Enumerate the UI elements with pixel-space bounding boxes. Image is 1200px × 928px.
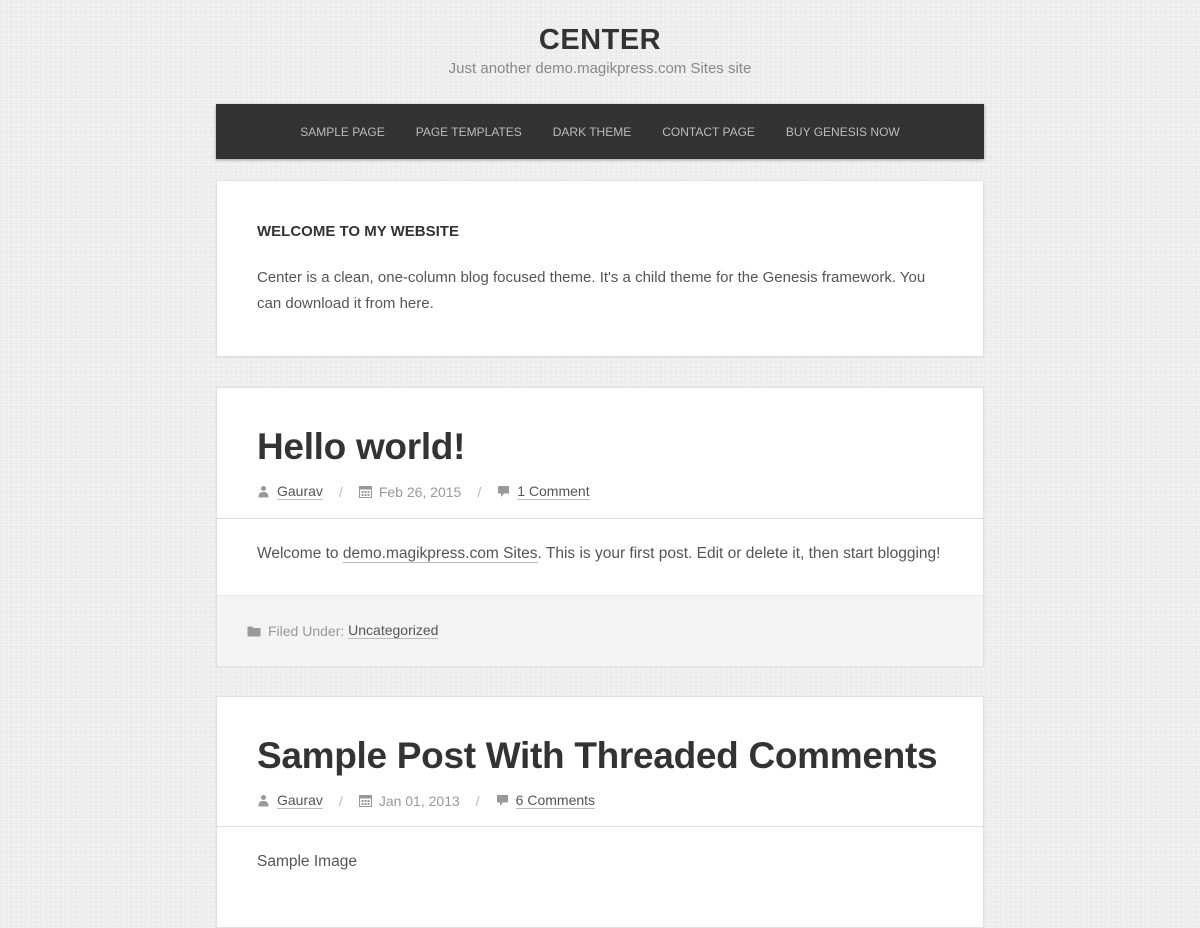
meta-separator: / — [338, 792, 343, 809]
post-date: Jan 01, 2013 — [378, 792, 460, 809]
site-header: CENTER Just another demo.magikpress.com … — [0, 0, 1200, 82]
post-footer: Filed Under: Uncategorized — [217, 595, 983, 666]
post-content: Sample Image — [257, 853, 357, 870]
post-content-text: Welcome to — [257, 545, 343, 562]
post-card: Hello world! Gaurav / Feb 26, 2015 / 1 C… — [216, 387, 984, 666]
post-author-link[interactable]: Gaurav — [277, 483, 323, 500]
widget-text: Center is a clean, one-column blog focus… — [257, 269, 926, 312]
primary-navigation: SAMPLE PAGE PAGE TEMPLATES DARK THEME CO… — [216, 104, 984, 159]
post-content-text-suffix: . This is your first post. Edit or delet… — [537, 545, 941, 562]
nav-item-contact-page[interactable]: CONTACT PAGE — [662, 125, 755, 139]
post-categories: Filed Under: Uncategorized — [247, 622, 439, 639]
post-meta: Gaurav / Feb 26, 2015 / 1 Comment — [257, 483, 590, 500]
user-icon — [257, 485, 270, 498]
site-title[interactable]: CENTER — [0, 22, 1200, 58]
folder-icon — [247, 625, 261, 637]
post-comments-link[interactable]: 6 Comments — [515, 792, 596, 809]
nav-item-buy-genesis-now[interactable]: BUY GENESIS NOW — [786, 125, 900, 139]
meta-separator: / — [475, 792, 480, 809]
site-description: Just another demo.magikpress.com Sites s… — [448, 60, 752, 77]
meta-separator: / — [477, 483, 482, 500]
post-content: Welcome to demo.magikpress.com Sites. Th… — [257, 545, 940, 563]
post-comments-link[interactable]: 1 Comment — [517, 483, 590, 500]
calendar-icon — [358, 794, 372, 807]
post-author-link[interactable]: Gaurav — [277, 792, 323, 809]
nav-item-sample-page[interactable]: SAMPLE PAGE — [300, 125, 384, 139]
post-content-link[interactable]: demo.magikpress.com Sites — [342, 545, 538, 563]
nav-item-page-templates[interactable]: PAGE TEMPLATES — [416, 125, 522, 139]
nav-item-dark-theme[interactable]: DARK THEME — [553, 125, 631, 139]
post-title[interactable]: Hello world! — [257, 426, 465, 468]
welcome-widget: WELCOME TO MY WEBSITE Center is a clean,… — [216, 180, 984, 357]
comment-icon — [496, 794, 509, 807]
post-title[interactable]: Sample Post With Threaded Comments — [257, 735, 938, 777]
post-header-divider — [217, 518, 983, 519]
category-link[interactable]: Uncategorized — [348, 622, 439, 639]
meta-separator: / — [338, 483, 343, 500]
filed-under-label: Filed Under: — [268, 622, 345, 639]
post-header-divider — [217, 826, 983, 827]
post-date: Feb 26, 2015 — [378, 483, 462, 500]
comment-icon — [497, 485, 510, 498]
widget-title: WELCOME TO MY WEBSITE — [257, 223, 459, 240]
user-icon — [257, 794, 270, 807]
post-meta: Gaurav / Jan 01, 2013 / 6 Comments — [257, 792, 596, 809]
post-card: Sample Post With Threaded Comments Gaura… — [216, 696, 984, 928]
calendar-icon — [358, 485, 372, 498]
